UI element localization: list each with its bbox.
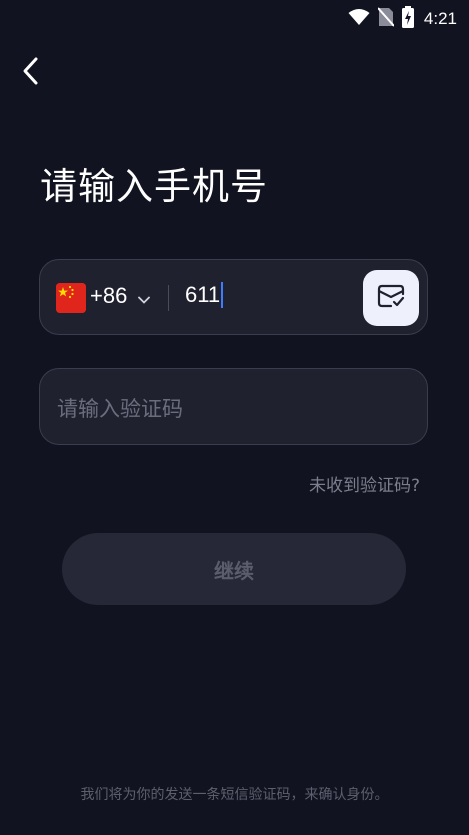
page-title: 请输入手机号: [40, 165, 268, 208]
status-icons: 4:21: [348, 6, 457, 32]
continue-label: 继续: [214, 558, 254, 583]
verification-code-field[interactable]: 请输入验证码: [39, 368, 428, 445]
sms-paste-icon: [376, 283, 406, 313]
code-placeholder: 请输入验证码: [57, 397, 183, 421]
back-button[interactable]: [14, 56, 48, 90]
battery-charging-icon: [401, 6, 414, 32]
wifi-icon: [348, 8, 370, 30]
resend-code-link[interactable]: 未收到验证码?: [309, 471, 420, 496]
no-sim-icon: [377, 7, 395, 31]
divider: [168, 285, 169, 311]
text-caret: [221, 282, 224, 308]
status-time: 4:21: [423, 9, 457, 28]
continue-button[interactable]: 继续: [62, 533, 406, 605]
phone-input-value: 611: [185, 282, 221, 307]
chevron-left-icon: [21, 56, 41, 90]
country-code[interactable]: +86: [90, 283, 127, 309]
phone-input[interactable]: 611: [185, 282, 224, 308]
chevron-down-icon[interactable]: [138, 290, 150, 309]
phone-number-field[interactable]: +86 611: [39, 259, 428, 335]
status-bar: 4:21: [0, 0, 469, 34]
paste-sms-button[interactable]: [363, 270, 419, 326]
china-flag-icon[interactable]: [56, 283, 86, 313]
footer-note: 我们将为你的发送一条短信验证码，来确认身份。: [80, 787, 389, 803]
